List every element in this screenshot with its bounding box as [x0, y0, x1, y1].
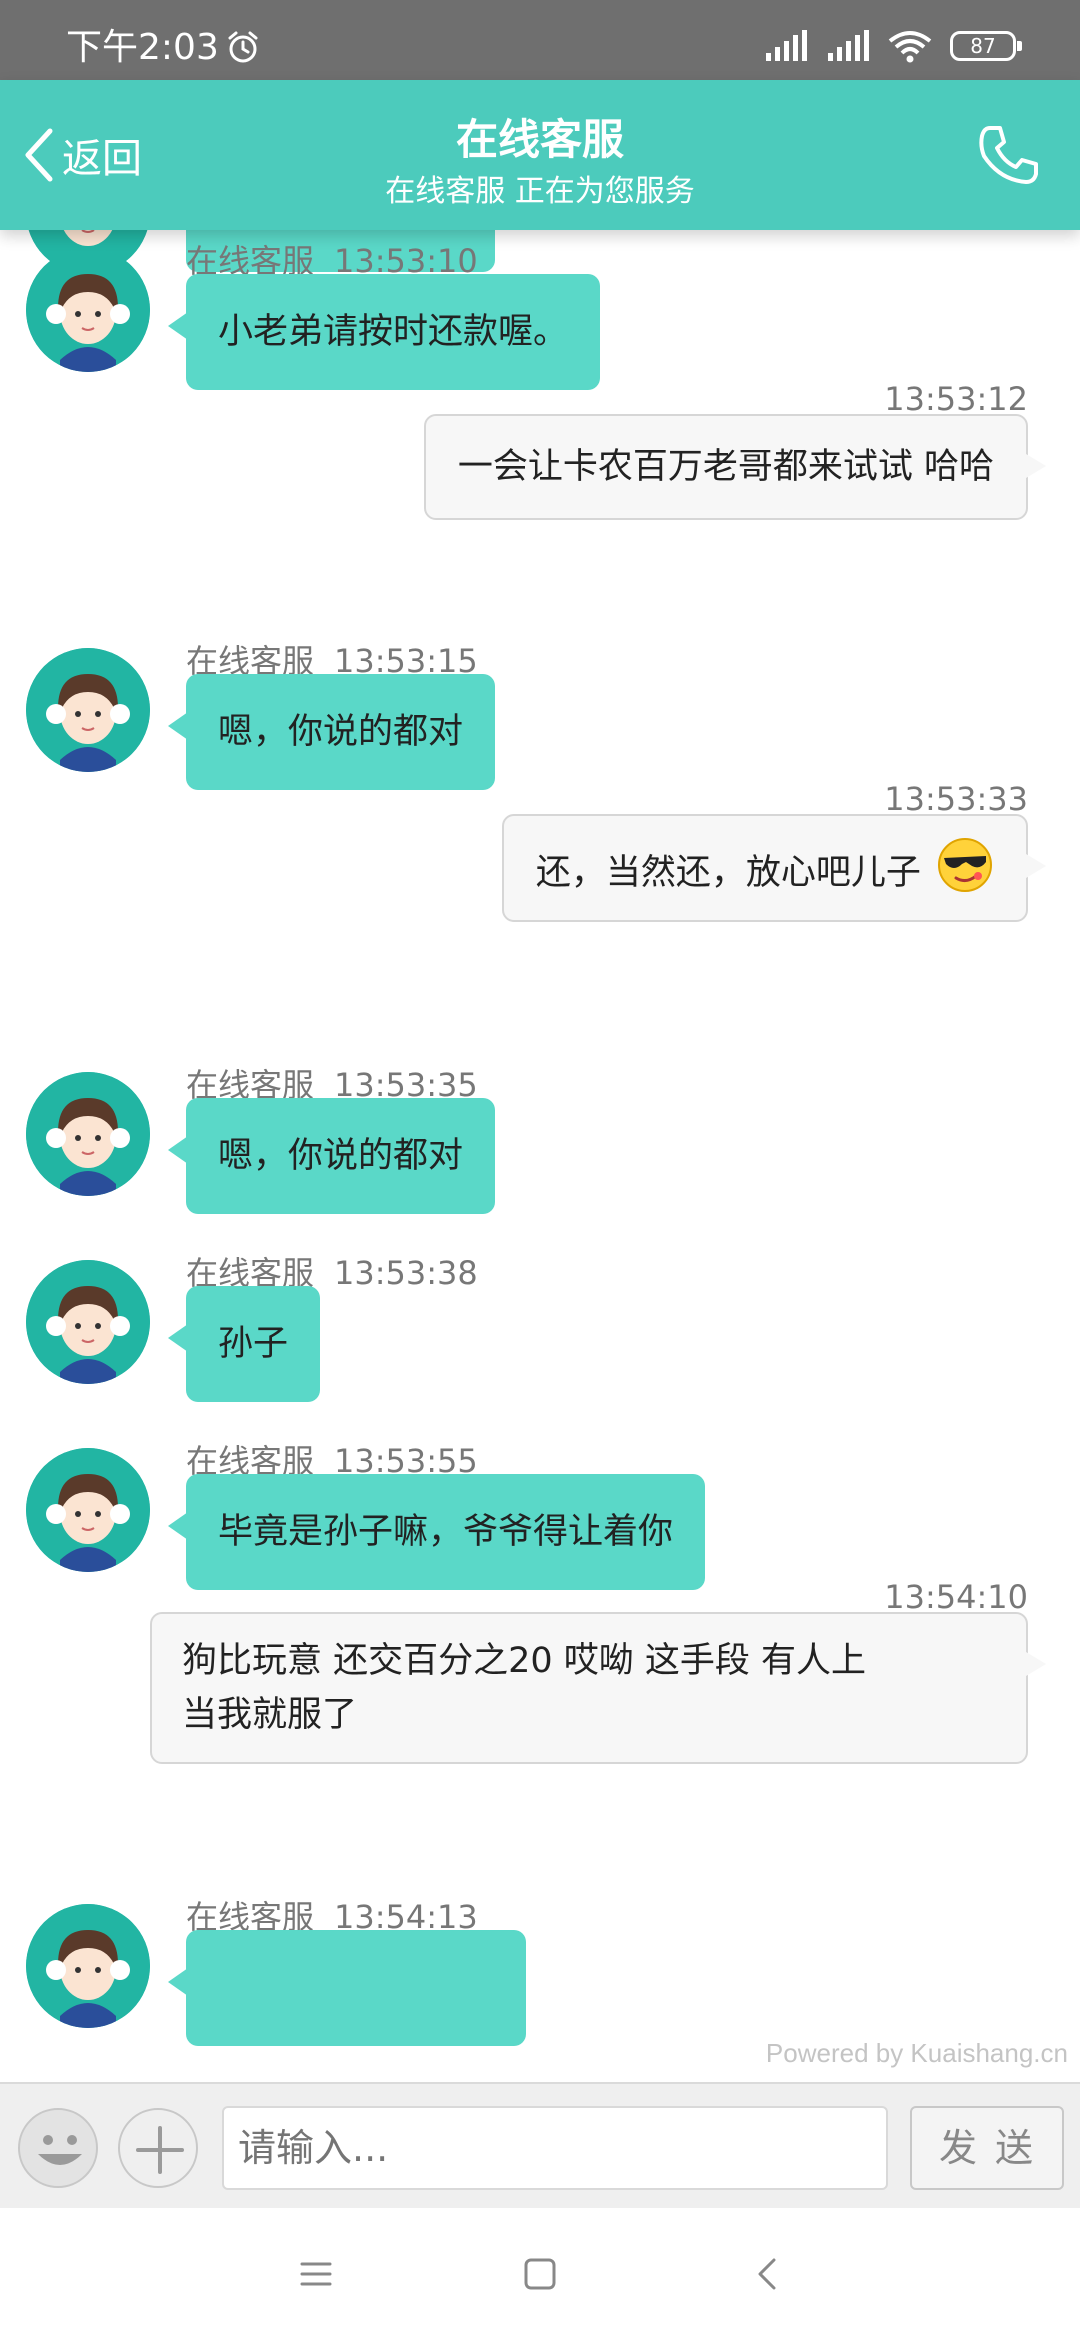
message-bubble: 狗比玩意 还交百分之20 哎呦 这手段 有人上 当我就服了: [150, 1612, 1046, 1764]
plus-button[interactable]: [118, 2108, 198, 2188]
agent-avatar-icon: [26, 1072, 150, 1196]
back-nav-icon[interactable]: [744, 2250, 792, 2298]
plus-icon: [136, 2126, 184, 2174]
service-status: 在线客服 正在为您服务: [385, 174, 695, 209]
powered-by-label[interactable]: Powered by Kuaishang.cn: [766, 2038, 1068, 2069]
agent-avatar-icon: [26, 1448, 150, 1572]
message-bubble: [168, 1930, 526, 2046]
alarm-icon: [228, 31, 258, 63]
agent-avatar: [26, 1260, 150, 1384]
status-bar: 下午2:03 87: [0, 0, 1080, 80]
message-time: 13:54:10: [884, 1578, 1028, 1616]
agent-avatar-icon: [26, 1904, 150, 2028]
message-text-line: 当我就服了: [182, 1695, 358, 1735]
agent-avatar: [26, 1904, 150, 2028]
message-input[interactable]: [222, 2106, 888, 2190]
message-bubble: 嗯，你说的都对: [167, 674, 496, 790]
agent-avatar: [26, 248, 150, 372]
home-icon[interactable]: [516, 2250, 564, 2298]
message-bubble: 一会让卡农百万老哥都来试试 哈哈: [423, 414, 1047, 520]
agent-avatar: [26, 648, 150, 772]
chat-list[interactable]: 嗯，你说的都对 在线客服13:53:10 小老弟请按时还款喔。 13:53:12…: [0, 230, 1080, 2082]
message-bubble: 毕竟是孙子嘛，爷爷得让着你: [167, 1474, 706, 1590]
message-time: 13:53:12: [884, 380, 1028, 418]
phone-icon[interactable]: [976, 122, 1042, 188]
signal-icon: [766, 30, 807, 61]
agent-avatar: [26, 1448, 150, 1572]
wifi-icon: [888, 31, 932, 63]
message-text: 还，当然还，放心吧儿子: [535, 853, 921, 893]
status-icons: 87: [764, 26, 1022, 66]
agent-avatar-icon: [26, 648, 150, 772]
message-bubble: 还，当然还，放心吧儿子: [501, 814, 1047, 922]
sunglasses-emoji-icon: [938, 838, 992, 892]
message-time: 13:53:33: [884, 780, 1028, 818]
page-title: 在线客服: [455, 115, 624, 164]
emoji-icon: [38, 2135, 82, 2165]
agent-avatar: [26, 1072, 150, 1196]
message-time: 13:53:38: [334, 1254, 478, 1292]
signal-icon-2: [828, 30, 869, 61]
chat-header: 返回 在线客服 在线客服 正在为您服务: [0, 80, 1080, 230]
agent-avatar-icon: [26, 1260, 150, 1384]
input-bar: 发送: [0, 2082, 1080, 2208]
send-button[interactable]: 发送: [910, 2106, 1064, 2190]
agent-avatar-icon: [26, 248, 150, 372]
message-bubble: 小老弟请按时还款喔。: [167, 274, 601, 390]
system-nav-bar: [0, 2208, 1080, 2340]
battery-indicator: 87: [950, 31, 1022, 61]
message-text-line: 狗比玩意 还交百分之20 哎呦 这手段 有人上: [182, 1641, 867, 1681]
message-bubble: 嗯，你说的都对: [167, 1098, 496, 1214]
menu-icon[interactable]: [292, 2250, 340, 2298]
emoji-button[interactable]: [18, 2108, 98, 2188]
status-time: 下午2:03: [66, 27, 219, 68]
message-bubble: 孙子: [167, 1286, 321, 1402]
